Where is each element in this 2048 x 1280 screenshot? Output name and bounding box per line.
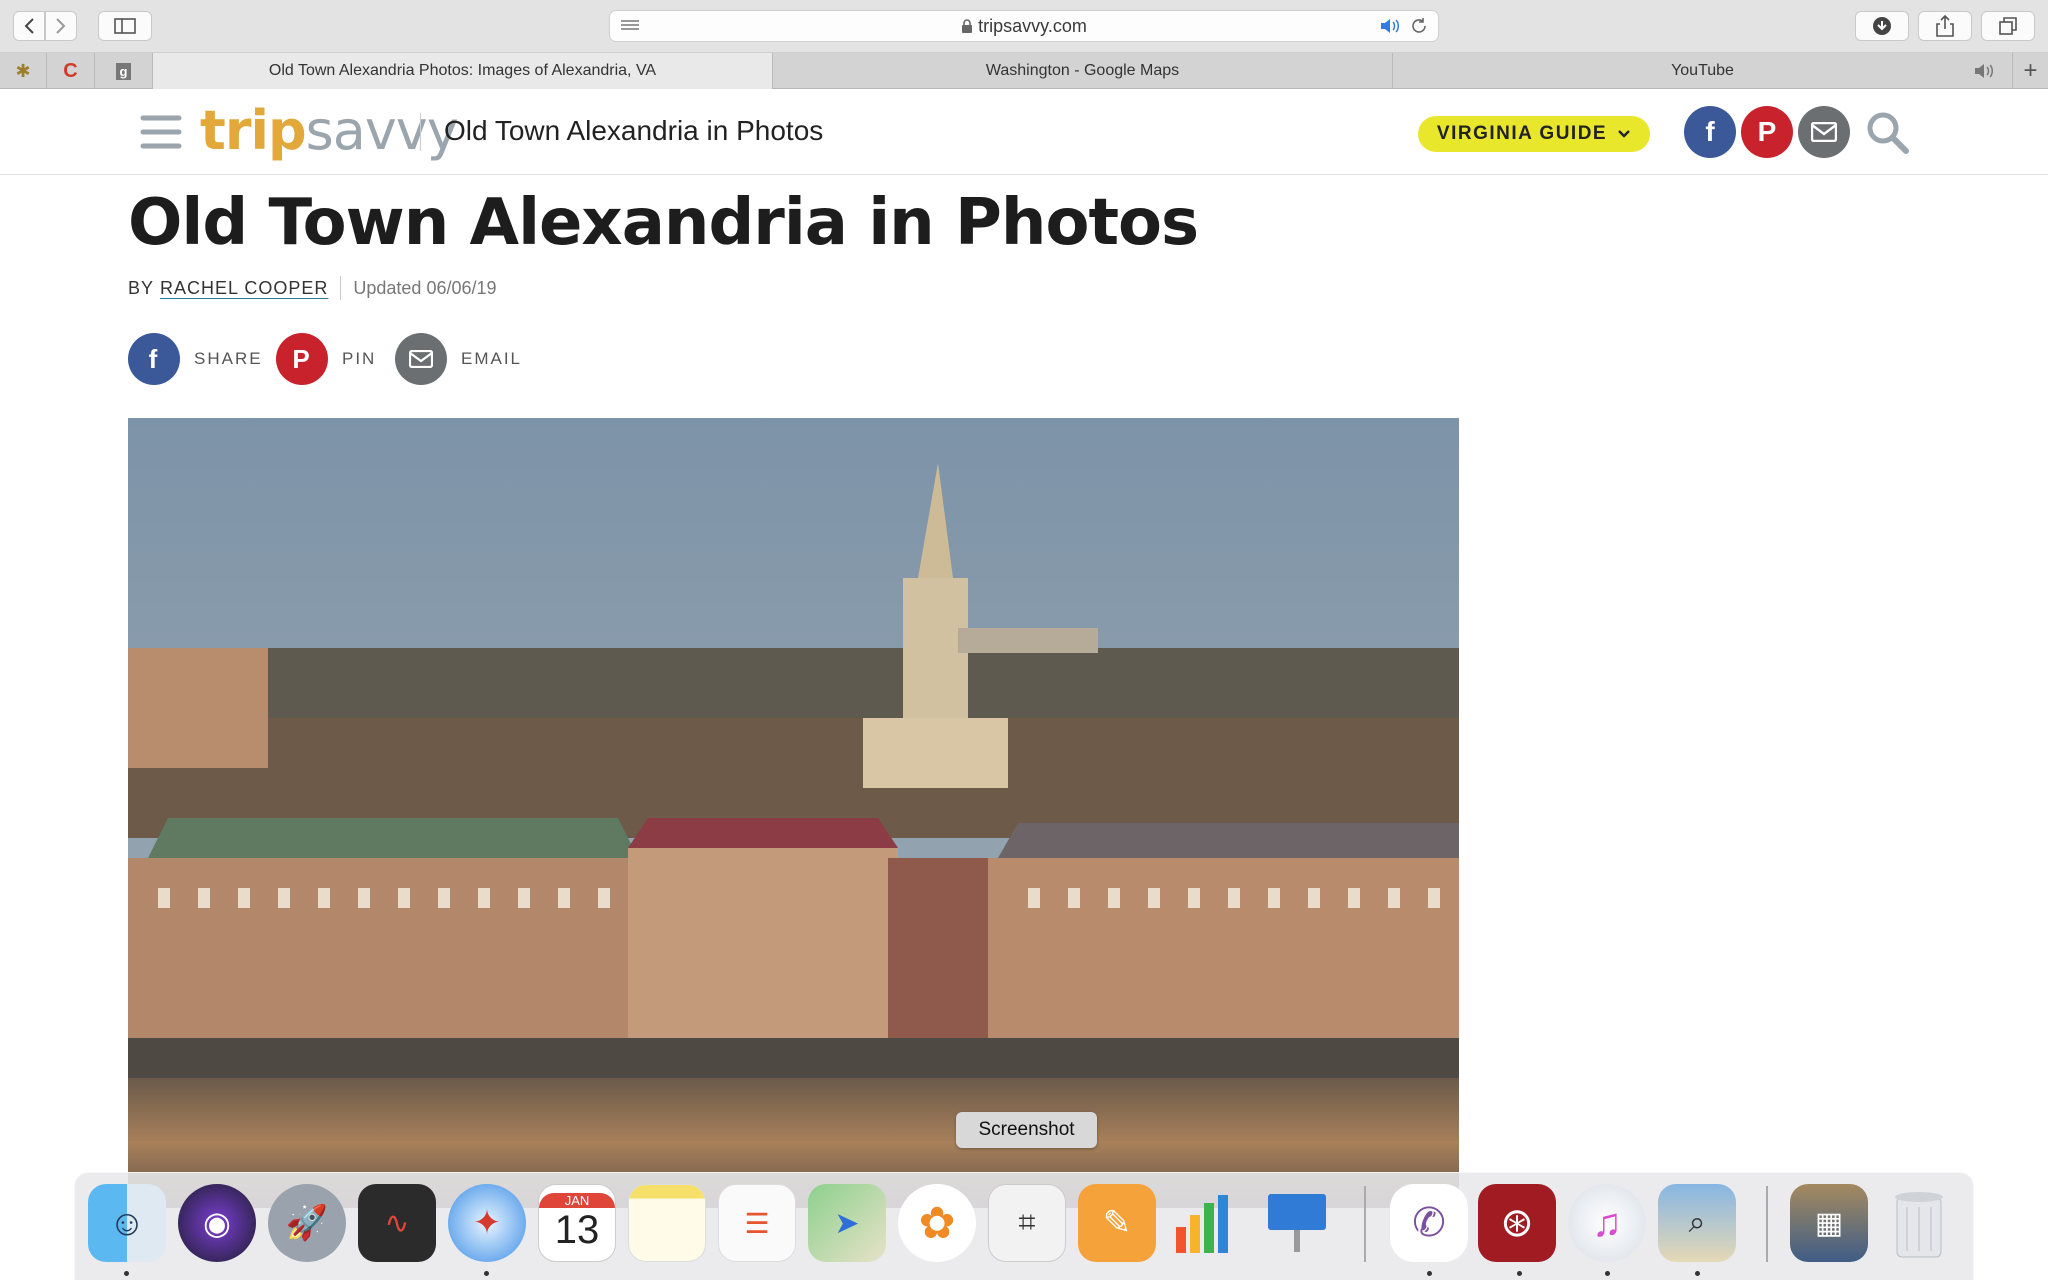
share-button[interactable] xyxy=(1918,11,1972,41)
dock-separator xyxy=(1364,1186,1366,1262)
pinned-tab[interactable]: C xyxy=(47,53,95,89)
g-logo-icon: g xyxy=(115,62,132,80)
share-label: SHARE xyxy=(194,349,263,368)
article-title: Old Town Alexandria in Photos xyxy=(128,186,1199,260)
envelope-icon xyxy=(395,333,447,385)
header-email-button[interactable] xyxy=(1798,106,1850,158)
pinned-tab[interactable]: g xyxy=(95,53,153,89)
search-icon[interactable] xyxy=(1866,111,1910,155)
lightshot-icon[interactable]: ⊛ xyxy=(1478,1184,1556,1262)
alexandria-waterfront-image xyxy=(128,418,1459,1208)
hamburger-menu-icon[interactable] xyxy=(140,114,182,150)
header-divider xyxy=(420,113,421,151)
tab-label: Old Town Alexandria Photos: Images of Al… xyxy=(268,62,657,79)
virginia-guide-button[interactable]: VIRGINIA GUIDE xyxy=(1418,116,1650,152)
pinterest-icon: P xyxy=(1757,116,1777,147)
tab-alexandria[interactable]: Old Town Alexandria Photos: Images of Al… xyxy=(153,53,773,89)
share-icon xyxy=(1936,15,1954,37)
downloads-button[interactable] xyxy=(1855,11,1909,41)
pinterest-icon: P xyxy=(276,333,328,385)
trash-icon[interactable] xyxy=(1880,1184,1958,1262)
plus-icon: + xyxy=(2023,57,2038,84)
puzzle-icon: ✱ xyxy=(15,60,31,81)
calendar-day: 13 xyxy=(554,1208,600,1252)
launchpad-icon[interactable]: 🚀 xyxy=(268,1184,346,1262)
header-pinterest-button[interactable]: P xyxy=(1741,106,1793,158)
viber-icon[interactable]: ✆ xyxy=(1390,1184,1468,1262)
notes-icon[interactable] xyxy=(628,1184,706,1262)
updated-date: Updated 06/06/19 xyxy=(353,277,497,298)
address-text: tripsavvy.com xyxy=(978,15,1087,36)
calendar-icon[interactable]: JAN 13 xyxy=(538,1184,616,1262)
pin-label: PIN xyxy=(342,349,377,368)
running-indicator xyxy=(1517,1271,1522,1276)
header-facebook-button[interactable]: f xyxy=(1684,106,1736,158)
screenshot-icon[interactable]: ⌗ xyxy=(988,1184,1066,1262)
chevron-down-icon xyxy=(1618,130,1630,138)
sidebar-icon xyxy=(114,18,136,34)
pages-icon[interactable]: ✎ xyxy=(1078,1184,1156,1262)
running-indicator xyxy=(1427,1271,1432,1276)
sidebar-toggle-button[interactable] xyxy=(98,11,152,41)
byline: BY RACHEL COOPER Updated 06/06/19 xyxy=(128,276,497,300)
guide-label: VIRGINIA GUIDE xyxy=(1436,123,1608,144)
download-icon xyxy=(1873,17,1891,35)
finder-icon[interactable]: ☺ xyxy=(88,1184,166,1262)
itunes-icon[interactable]: ♫ xyxy=(1568,1184,1646,1262)
downloads-stack-icon[interactable]: ▦ xyxy=(1790,1184,1868,1262)
share-email-button[interactable]: EMAIL xyxy=(395,333,522,385)
chevron-left-icon xyxy=(24,18,34,34)
running-indicator xyxy=(1695,1271,1700,1276)
chevron-right-icon xyxy=(56,18,66,34)
dock-separator xyxy=(1766,1186,1768,1262)
lock-icon xyxy=(962,19,973,33)
byline-divider xyxy=(340,276,342,300)
logo-savvy: savvy xyxy=(305,99,459,162)
voice-memos-icon[interactable]: ∿ xyxy=(358,1184,436,1262)
running-indicator xyxy=(484,1271,489,1276)
author-link[interactable]: RACHEL COOPER xyxy=(160,278,328,299)
speaker-icon[interactable] xyxy=(1974,63,1996,79)
hero-photo xyxy=(128,418,1459,1208)
facebook-icon: f xyxy=(128,333,180,385)
tabs-icon xyxy=(1999,17,2017,35)
running-indicator xyxy=(1605,1271,1610,1276)
photos-icon[interactable]: ✿ xyxy=(898,1184,976,1262)
running-indicator xyxy=(124,1271,129,1276)
tab-label: Washington - Google Maps xyxy=(985,62,1180,79)
email-label: EMAIL xyxy=(461,349,523,368)
reminders-icon[interactable]: ☰ xyxy=(718,1184,796,1262)
facebook-icon: f xyxy=(1705,116,1715,147)
numbers-icon[interactable] xyxy=(1168,1184,1246,1262)
safari-icon[interactable]: ✦ xyxy=(448,1184,526,1262)
back-button[interactable] xyxy=(13,11,45,41)
by-prefix: BY xyxy=(128,277,155,298)
calendar-month: JAN xyxy=(539,1193,615,1208)
maps-icon[interactable]: ➤ xyxy=(808,1184,886,1262)
tab-google-maps[interactable]: Washington - Google Maps xyxy=(773,53,1393,89)
browser-toolbar: tripsavvy.com xyxy=(0,0,2048,53)
header-title: Old Town Alexandria in Photos xyxy=(444,115,824,146)
tab-bar: ✱ C g Old Town Alexandria Photos: Images… xyxy=(0,53,2048,89)
envelope-icon xyxy=(1811,122,1837,142)
tabs-overview-button[interactable] xyxy=(1981,11,2035,41)
speaker-icon[interactable] xyxy=(1380,18,1402,34)
reader-icon[interactable] xyxy=(620,19,640,33)
share-pinterest-button[interactable]: P PIN xyxy=(276,333,376,385)
pinned-tab[interactable]: ✱ xyxy=(0,53,47,89)
forward-button[interactable] xyxy=(45,11,77,41)
logo-trip: trip xyxy=(200,99,307,162)
share-facebook-button[interactable]: f SHARE xyxy=(128,333,263,385)
preview-icon[interactable]: ⌕ xyxy=(1658,1184,1736,1262)
c-logo-icon: C xyxy=(63,59,78,82)
new-tab-button[interactable]: + xyxy=(2013,53,2048,89)
tab-youtube[interactable]: YouTube xyxy=(1393,53,2013,89)
siri-icon[interactable]: ◉ xyxy=(178,1184,256,1262)
reload-icon[interactable] xyxy=(1410,17,1428,35)
tab-label: YouTube xyxy=(1671,62,1734,79)
keynote-icon[interactable] xyxy=(1258,1184,1336,1262)
address-bar[interactable]: tripsavvy.com xyxy=(609,10,1439,42)
dock-tooltip: Screenshot xyxy=(956,1112,1097,1148)
